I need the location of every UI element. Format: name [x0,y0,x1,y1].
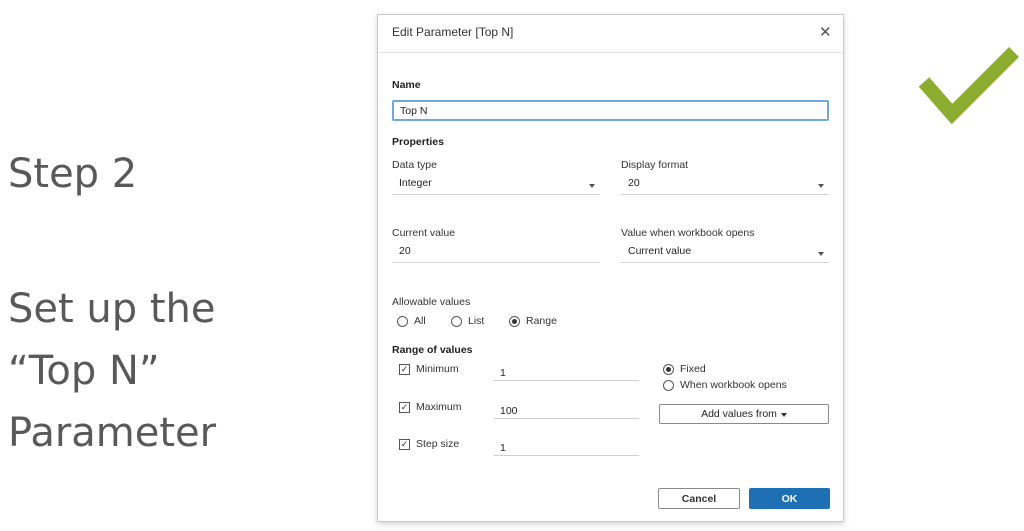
radio-when-workbook-opens[interactable]: When workbook opens [663,379,787,391]
radio-circle-selected [663,363,674,375]
minimum-checkbox[interactable]: ✓ Minimum [399,363,459,375]
radio-circle [663,379,674,391]
radio-range[interactable]: Range [509,315,557,327]
name-input[interactable]: Top N [392,100,829,121]
radio-circle-selected [509,315,520,327]
display-format-label: Display format [621,159,689,171]
cancel-button[interactable]: Cancel [658,488,740,509]
step-heading: Step 2 [8,151,138,197]
maximum-value: 100 [500,405,518,417]
workbook-opens-label: Value when workbook opens [621,227,755,239]
radio-list-label: List [468,315,485,327]
minimum-input[interactable]: 1 [494,363,639,381]
data-type-label: Data type [392,159,437,171]
radio-all[interactable]: All [397,315,426,327]
radio-circle [451,315,462,327]
maximum-input[interactable]: 100 [494,401,639,419]
minimum-value: 1 [500,367,506,379]
maximum-checkbox[interactable]: ✓ Maximum [399,401,462,413]
step-size-input[interactable]: 1 [494,438,639,456]
checkbox-check-icon: ✓ [399,363,410,375]
name-input-value: Top N [400,105,428,117]
step-size-checkbox[interactable]: ✓ Step size [399,438,459,450]
radio-circle [397,315,408,327]
workbook-opens-value: Current value [628,245,692,257]
range-section-label: Range of values [392,344,473,356]
minimum-label: Minimum [416,363,459,375]
checkmark-icon [918,47,1019,124]
current-value-input[interactable]: 20 [392,243,600,263]
step-size-value: 1 [500,442,506,454]
add-values-from-button[interactable]: Add values from [659,404,829,424]
display-format-value: 20 [628,177,640,189]
radio-fixed-label: Fixed [680,363,706,375]
dropdown-arrow-icon [780,412,787,417]
display-format-dropdown[interactable]: 20 [621,175,829,195]
close-icon[interactable]: ✕ [819,23,832,41]
chevron-down-icon [818,184,824,188]
properties-section-label: Properties [392,136,444,148]
maximum-label: Maximum [416,401,462,413]
radio-list[interactable]: List [451,315,484,327]
radio-when-opens-label: When workbook opens [680,379,787,391]
edit-parameter-dialog: Edit Parameter [Top N] ✕ Name Top N Prop… [377,14,844,522]
chevron-down-icon [818,252,824,256]
data-type-value: Integer [399,177,432,189]
description-line: “Top N” [8,348,160,394]
current-value-label: Current value [392,227,456,239]
step-description: Set up the “Top N” Parameter [8,278,216,464]
current-value-text: 20 [399,245,411,257]
radio-range-label: Range [526,315,557,327]
description-line: Set up the [8,286,216,332]
allowable-values-label: Allowable values [392,296,471,308]
radio-fixed[interactable]: Fixed [663,363,706,375]
step-size-label: Step size [416,438,460,450]
checkbox-check-icon: ✓ [399,401,410,413]
description-line: Parameter [8,410,217,456]
chevron-down-icon [589,184,595,188]
title-divider [378,52,843,53]
add-values-label: Add values from [701,408,777,420]
workbook-opens-dropdown[interactable]: Current value [621,243,829,263]
checkbox-check-icon: ✓ [399,438,410,450]
ok-button[interactable]: OK [749,488,830,509]
radio-all-label: All [414,315,426,327]
name-section-label: Name [392,79,421,91]
data-type-dropdown[interactable]: Integer [392,175,600,195]
dialog-title: Edit Parameter [Top N] [392,25,514,39]
